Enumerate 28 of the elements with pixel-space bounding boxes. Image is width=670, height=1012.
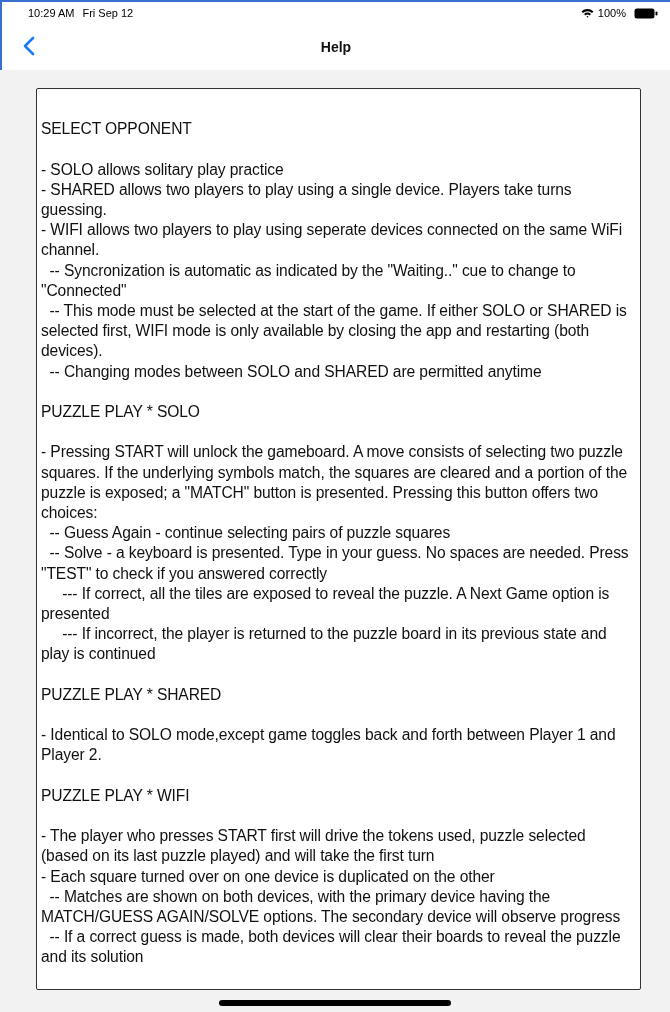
help-paragraph: -- Matches are shown on both devices, with the primary device having the MATCH/GUESS AGAIN/SOLVE options. The secondary device will observe progress [41,886,622,927]
help-paragraph: - The player who presses START first will drive the tokens used, puzzle selected (based on its last puzzle played) and will take the first turn [41,826,587,867]
wifi-icon [580,8,594,18]
status-date: Fri Sep 12 [82,7,134,19]
help-paragraph: --- If correct, all the tiles are exposed to reveal the puzzle. A Next Game option is presented [41,583,611,624]
help-paragraph: -- Solve - a keyboard is presented. Type in your guess. No spaces are needed. Press "TEST" to check if you answered correctly [41,543,630,584]
help-paragraph: --- If incorrect, the player is returned to the puzzle board in its previous state and play is continued [41,624,608,665]
help-paragraph: - SOLO allows solitary play practice [41,159,285,180]
help-paragraph: - Identical to SOLO mode,except game toggles back and forth between Player 1 and Player 2. [41,725,617,766]
section-heading: PUZZLE PLAY * WIFI [41,785,191,806]
section-heading: PUZZLE PLAY * SHARED [41,684,223,705]
section-heading: SELECT OPPONENT [41,119,193,140]
battery-icon [634,7,658,19]
help-paragraph: -- This mode must be selected at the start of the game. If either SOLO or SHARED is selected first, WIFI mode is only available by closing the app and restarting (both devices). [41,301,628,362]
help-paragraph: -- Guess Again - continue selecting pairs of puzzle squares [48,523,452,544]
help-paragraph: -- Changing modes between SOLO and SHARED are permitted anytime [48,361,543,382]
help-paragraph: -- If a correct guess is made, both devices will clear their boards to reveal the puzzle and its solution [41,927,622,968]
battery-percent: 100% [597,7,626,19]
help-paragraph: - Pressing START will unlock the gameboard. A move consists of selecting two puzzle squares. If the underlying symbols match, the squares are cleared and a portion of the puzzle is exposed; a "MATCH" button is presented. Pressing this button offers two choices: [41,442,629,523]
help-paragraph: - WIFI allows two players to play using seperate devices connected on the same WiFi channel. [41,220,624,261]
back-button[interactable] [22,36,36,58]
back-chevron-icon [23,36,35,56]
help-paragraph: - SHARED allows two players to play using a single device. Players take turns guessing. [41,179,573,220]
help-paragraph: - Each square turned over on one device is duplicated on the other [41,866,496,887]
nav-title: Help [319,39,353,55]
status-time: 10:29 AM [28,7,75,19]
help-paragraph: -- Syncronization is automatic as indicated by the "Waiting.." cue to change to "Connected" [41,260,577,301]
section-heading: PUZZLE PLAY * SOLO [41,402,201,422]
